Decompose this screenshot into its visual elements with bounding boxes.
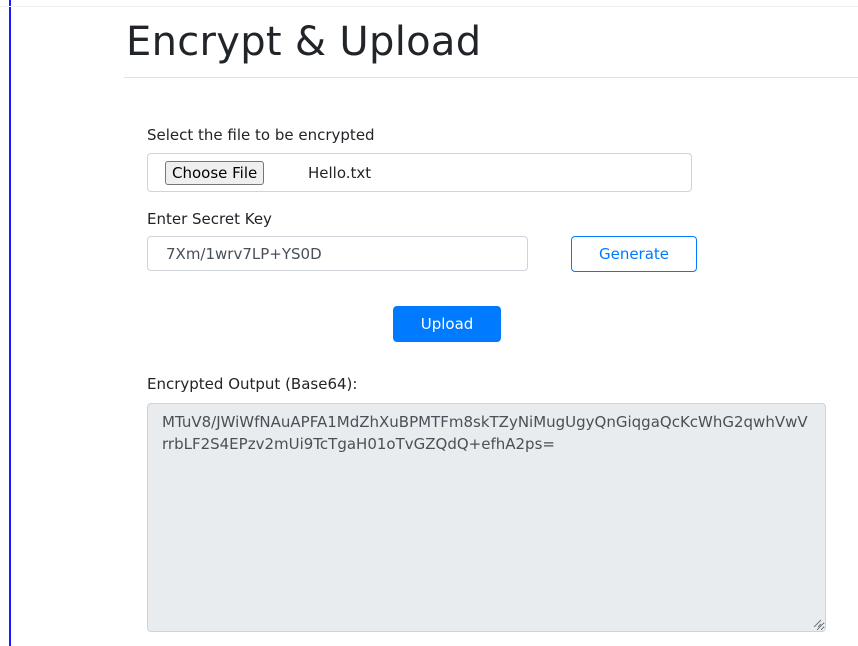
upload-button[interactable]: Upload [393,306,501,342]
page-title: Encrypt & Upload [126,19,482,65]
generate-button[interactable]: Generate [571,236,697,272]
encrypted-output-textarea[interactable]: MTuV8/JWiWfNAuAPFA1MdZhXuBPMTFm8skTZyNiM… [147,403,826,632]
window-frame-edge [9,0,11,646]
file-select-label: Select the file to be encrypted [147,126,375,144]
file-input[interactable]: Choose File Hello.txt [147,153,692,192]
resize-grip-icon[interactable] [813,619,822,628]
encrypted-output-text: MTuV8/JWiWfNAuAPFA1MdZhXuBPMTFm8skTZyNiM… [162,413,808,453]
title-divider [124,77,858,78]
secret-key-input[interactable] [147,236,528,271]
top-rule [0,6,858,7]
selected-file-name: Hello.txt [308,164,372,182]
page: Encrypt & Upload Select the file to be e… [0,0,858,646]
encrypted-output-label: Encrypted Output (Base64): [147,375,358,393]
choose-file-button[interactable]: Choose File [165,161,265,185]
secret-key-label: Enter Secret Key [147,210,272,228]
